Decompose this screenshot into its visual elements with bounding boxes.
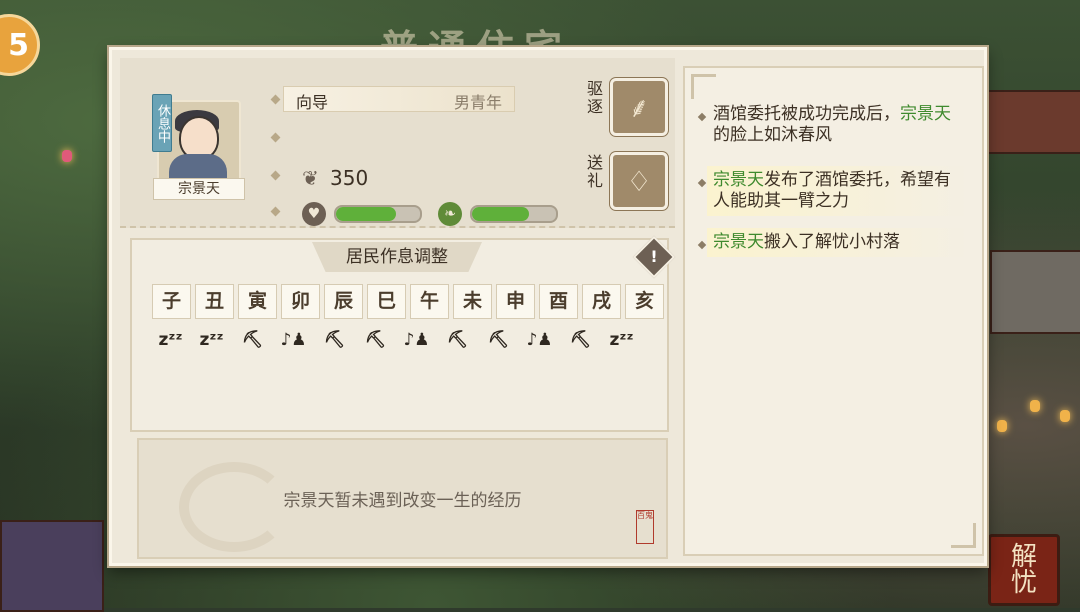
role-description: 男青年 <box>453 93 502 112</box>
log-entry: 宗景天搬入了解忧小村落 <box>697 228 969 257</box>
gift-label: 送礼 <box>586 153 603 190</box>
mood-bar <box>334 205 422 223</box>
health-bar <box>470 205 558 223</box>
gift-bag-icon: ♢ <box>626 164 652 198</box>
hour-cell[interactable]: 午 <box>410 284 449 319</box>
work-icon[interactable]: ⛏ <box>439 324 476 357</box>
seal-stamp: 百鬼 <box>636 510 654 544</box>
broom-icon: ⸙ <box>628 91 650 124</box>
coin-count: 350 <box>330 166 369 190</box>
profile-section: 休息中 宗景天 向导 男青年 ❦ 350 ♥ ❧ 驱逐 ⸙ 送礼 ♢ <box>120 58 675 228</box>
biography-text: 宗景天暂未遇到改变一生的经历 <box>283 491 522 511</box>
hour-cell[interactable]: 未 <box>453 284 492 319</box>
hour-cell[interactable]: 申 <box>496 284 535 319</box>
hour-cell[interactable]: 巳 <box>367 284 406 319</box>
expel-button[interactable]: ⸙ <box>610 78 668 136</box>
resident-info-column: 休息中 宗景天 向导 男青年 ❦ 350 ♥ ❧ 驱逐 ⸙ 送礼 ♢ 居民作息调… <box>120 58 676 559</box>
activity-row: zᶻᶻ zᶻᶻ ⛏ ♪♟ ⛏ ⛏ ♪♟ ⛏ ⛏ ♪♟ ⛏ zᶻᶻ <box>152 324 640 357</box>
bullet-icon <box>270 206 281 217</box>
resident-panel: 休息中 宗景天 向导 男青年 ❦ 350 ♥ ❧ 驱逐 ⸙ 送礼 ♢ 居民作息调… <box>109 47 987 566</box>
lantern <box>997 420 1007 432</box>
bullet-icon <box>270 94 281 105</box>
hour-cell[interactable]: 戌 <box>582 284 621 319</box>
leisure-icon[interactable]: ♪♟ <box>275 324 312 357</box>
bullet-icon <box>270 132 281 143</box>
expel-label: 驱逐 <box>586 79 603 116</box>
lantern <box>1030 400 1040 412</box>
work-icon[interactable]: ⛏ <box>234 324 271 357</box>
leaf-icon: ❧ <box>438 202 462 226</box>
log-entry: 酒馆委托被成功完成后，宗景天的脸上如沐春风 <box>697 100 969 150</box>
work-icon[interactable]: ⛏ <box>316 324 353 357</box>
biography-box: 宗景天暂未遇到改变一生的经历 百鬼 <box>137 438 668 559</box>
info-alert-icon[interactable]: ! <box>632 235 676 279</box>
hour-cell[interactable]: 酉 <box>539 284 578 319</box>
role-label: 向导 <box>296 93 329 112</box>
hour-cell[interactable]: 辰 <box>324 284 363 319</box>
heart-icon: ♥ <box>302 202 326 226</box>
hour-cell[interactable]: 寅 <box>238 284 277 319</box>
schedule-title: 居民作息调整 <box>312 242 482 272</box>
sleep-icon[interactable]: zᶻᶻ <box>152 324 189 357</box>
coin-pouch-icon: ❦ <box>302 166 319 190</box>
hour-row: 子丑寅卯辰巳午未申酉戌亥 <box>152 284 664 319</box>
status-badge: 休息中 <box>152 94 172 152</box>
leisure-icon[interactable]: ♪♟ <box>521 324 558 357</box>
building-roof <box>0 520 104 612</box>
lantern <box>62 150 72 162</box>
hour-cell[interactable]: 子 <box>152 284 191 319</box>
corner-ornament <box>691 74 716 99</box>
sleep-icon[interactable]: zᶻᶻ <box>193 324 230 357</box>
event-log-panel: 酒馆委托被成功完成后，宗景天的脸上如沐春风 宗景天发布了酒馆委托，希望有人能助其… <box>683 66 984 556</box>
resident-name: 宗景天 <box>153 178 245 200</box>
work-icon[interactable]: ⛏ <box>357 324 394 357</box>
schedule-panel: 居民作息调整 ! 子丑寅卯辰巳午未申酉戌亥 zᶻᶻ zᶻᶻ ⛏ ♪♟ ⛏ ⛏ ♪♟ ⛏ ⛏ ♪♟ ⛏… <box>130 235 676 432</box>
log-entry: 宗景天发布了酒馆委托，希望有人能助其一臂之力 <box>697 166 969 216</box>
hour-cell[interactable]: 亥 <box>625 284 664 319</box>
leisure-icon[interactable]: ♪♟ <box>398 324 435 357</box>
work-icon[interactable]: ⛏ <box>562 324 599 357</box>
hour-cell[interactable]: 卯 <box>281 284 320 319</box>
corner-ornament <box>951 523 976 548</box>
role-field: 向导 男青年 <box>283 86 515 112</box>
sleep-icon[interactable]: zᶻᶻ <box>603 324 640 357</box>
jieyou-button[interactable]: 解 忧 <box>988 534 1060 606</box>
gift-button[interactable]: ♢ <box>610 152 668 210</box>
work-icon[interactable]: ⛏ <box>480 324 517 357</box>
hour-cell[interactable]: 丑 <box>195 284 234 319</box>
lantern <box>1060 410 1070 422</box>
bullet-icon <box>270 170 281 181</box>
building-wall <box>990 250 1080 334</box>
